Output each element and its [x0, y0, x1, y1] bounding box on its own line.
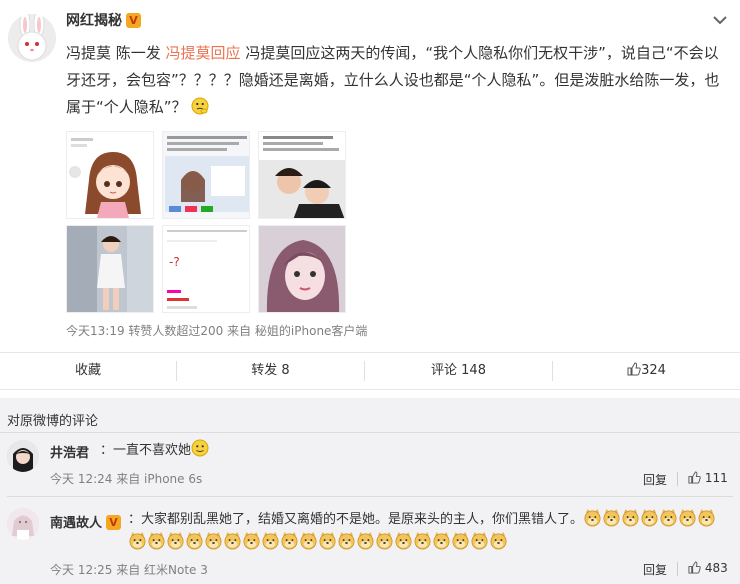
awkward-smile-emoji-icon: [191, 439, 209, 457]
verified-badge-icon: V: [126, 13, 141, 28]
author-avatar[interactable]: [8, 14, 56, 62]
doge-emoji-icon: [414, 531, 431, 550]
doge-emoji-icon: [641, 508, 658, 527]
doge-emoji-icon: [471, 531, 488, 550]
doge-emoji-icon: [584, 508, 601, 527]
commenter-avatar[interactable]: [7, 508, 39, 540]
post-image-3[interactable]: [258, 131, 346, 219]
doge-emoji-icon: [452, 531, 469, 550]
comment-text: ：一直不喜欢她: [100, 439, 209, 462]
comment-button[interactable]: 评论 148: [365, 353, 552, 389]
comment-like-count: 483: [704, 561, 728, 575]
doge-emoji-icon: [660, 508, 677, 527]
doge-emoji-icon: [357, 531, 374, 550]
comment-text-body: ：大家都别乱黑她了，结婚又离婚的不是她。是原来头的主人，你们黑错人了。: [128, 512, 584, 527]
reply-button[interactable]: 回复: [643, 561, 667, 578]
doge-emoji-icon: [262, 531, 279, 550]
commenter-avatar[interactable]: [7, 440, 39, 472]
doge-emoji-icon: [433, 531, 450, 550]
post-image-1[interactable]: [66, 131, 154, 219]
doge-emoji-icon: [338, 531, 355, 550]
favorite-button[interactable]: 收藏: [0, 353, 176, 389]
doge-emoji-icon: [148, 531, 165, 550]
comment-like-count: 111: [704, 471, 728, 485]
doge-emoji-icon: [376, 531, 393, 550]
post-text-prefix: 冯提莫 陈一发: [66, 44, 166, 62]
weibo-post: 网红揭秘 V 冯提莫 陈一发 冯提莫回应 冯提莫回应这两天的传闻，“我个人隐私你们…: [0, 0, 740, 352]
verified-badge-icon: V: [106, 515, 122, 530]
image-grid: -?: [66, 131, 346, 313]
post-text: 冯提莫 陈一发 冯提莫回应 冯提莫回应这两天的传闻，“我个人隐私你们无权干涉”，…: [66, 40, 726, 121]
commenter-name[interactable]: 井浩君: [50, 442, 89, 461]
post-meta: 今天13:19 转赞人数超过200 来自 秘姐的iPhone客户端: [66, 324, 368, 338]
doge-emoji-icon: [395, 531, 412, 550]
comment-meta: 今天 12:25 来自 红米Note 3: [50, 563, 208, 577]
svg-text:-?: -?: [169, 255, 180, 269]
comment-text: ：大家都别乱黑她了，结婚又离婚的不是她。是原来头的主人，你们黑错人了。: [128, 508, 733, 554]
thinking-emoji-icon: [191, 97, 209, 115]
post-image-2[interactable]: [162, 131, 250, 219]
doge-emoji-icon: [622, 508, 639, 527]
post-image-6[interactable]: [258, 225, 346, 313]
divider: [0, 432, 740, 433]
comment-like-button[interactable]: 111: [688, 471, 728, 485]
author-name-text[interactable]: 网红揭秘: [66, 13, 122, 29]
commenter-name-text[interactable]: 南遇故人: [50, 516, 102, 531]
doge-emoji-icon: [205, 531, 222, 550]
doge-emoji-icon: [281, 531, 298, 550]
comments-section: 对原微博的评论 井浩君 ：一直不喜欢她 今天 12:24 来自 iPhone 6…: [0, 398, 740, 584]
doge-emoji-icon: [679, 508, 696, 527]
doge-emoji-icon: [603, 508, 620, 527]
post-image-5[interactable]: -?: [162, 225, 250, 313]
thumb-up-icon: [627, 362, 641, 376]
topic-link[interactable]: 冯提莫回应: [166, 44, 241, 62]
author-name[interactable]: 网红揭秘 V: [66, 10, 141, 30]
divider: [7, 496, 733, 497]
commenter-name[interactable]: 南遇故人 V: [50, 512, 122, 531]
comment-meta: 今天 12:24 来自 iPhone 6s: [50, 472, 203, 486]
doge-emoji-icon: [243, 531, 260, 550]
repost-button[interactable]: 转发 8: [177, 353, 364, 389]
doge-emoji-icon: [698, 508, 715, 527]
doge-emoji-icon: [490, 531, 507, 550]
comment-like-button[interactable]: 483: [688, 561, 728, 575]
doge-emoji-icon: [300, 531, 317, 550]
thumb-up-icon: [688, 561, 701, 574]
doge-emoji-icon: [186, 531, 203, 550]
like-count: 324: [641, 363, 666, 378]
divider: [677, 562, 678, 576]
reply-button[interactable]: 回复: [643, 471, 667, 488]
doge-emoji-icon: [224, 531, 241, 550]
divider: [677, 472, 678, 486]
comments-title: 对原微博的评论: [7, 414, 99, 429]
thumb-up-icon: [688, 471, 701, 484]
like-button[interactable]: 324: [553, 353, 740, 389]
doge-emoji-icon: [167, 531, 184, 550]
doge-emoji-icon: [319, 531, 336, 550]
chevron-down-icon[interactable]: [712, 14, 728, 26]
comment-text-body: ：一直不喜欢她: [100, 443, 192, 458]
doge-emoji-icon: [129, 531, 146, 550]
post-image-4[interactable]: [66, 225, 154, 313]
action-bar: 收藏 转发 8 评论 148 324: [0, 352, 740, 390]
